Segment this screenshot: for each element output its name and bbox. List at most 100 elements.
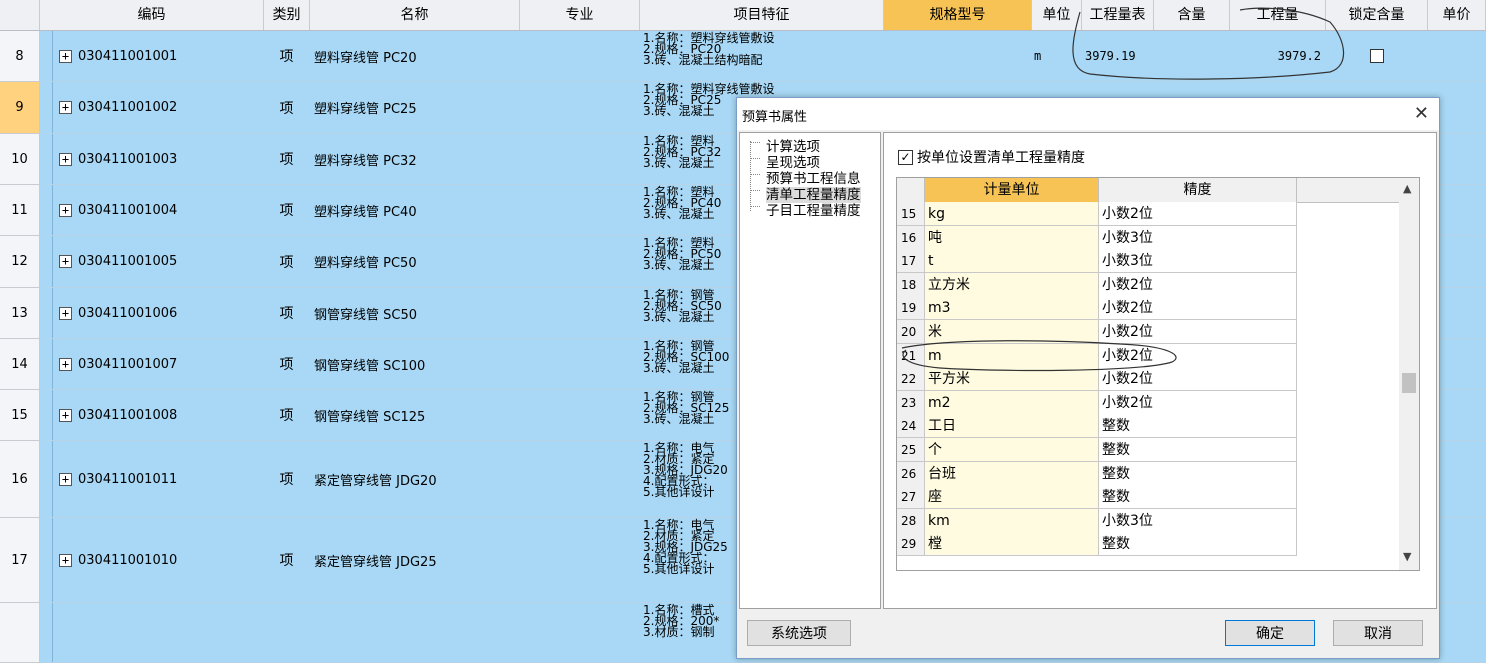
discipline-cell[interactable] bbox=[520, 185, 640, 236]
code-cell[interactable]: +030411001008 bbox=[40, 390, 264, 441]
unit-value[interactable]: 个 bbox=[925, 438, 1099, 462]
unit-value[interactable]: 工日 bbox=[925, 414, 1099, 439]
expand-plus-icon[interactable]: + bbox=[59, 472, 72, 486]
rownum-header[interactable] bbox=[0, 0, 40, 30]
type-cell[interactable]: 项 bbox=[264, 31, 310, 82]
unit-cell[interactable]: m bbox=[1032, 31, 1082, 82]
type-cell[interactable]: 项 bbox=[264, 390, 310, 441]
type-cell[interactable]: 项 bbox=[264, 236, 310, 288]
precision-value[interactable]: 小数2位 bbox=[1099, 390, 1297, 415]
row-number[interactable]: 13 bbox=[0, 288, 40, 339]
unit-value[interactable]: km bbox=[925, 508, 1099, 533]
unit-value[interactable]: 台班 bbox=[925, 461, 1099, 486]
qty-cell[interactable]: 3979.2 bbox=[1230, 31, 1326, 82]
type-cell[interactable]: 项 bbox=[264, 134, 310, 185]
precision-value[interactable]: 小数2位 bbox=[1099, 367, 1297, 392]
precision-row[interactable]: 19 m3 小数2位 bbox=[897, 296, 1297, 321]
name-cell[interactable]: 紧定管穿线管 JDG25 bbox=[310, 518, 520, 603]
unit-value[interactable]: t bbox=[925, 249, 1099, 274]
expand-plus-icon[interactable]: + bbox=[59, 408, 72, 422]
code-header[interactable]: 编码 bbox=[40, 0, 264, 30]
row-number[interactable]: 15 bbox=[0, 390, 40, 441]
name-cell[interactable]: 塑料穿线管 PC40 bbox=[310, 185, 520, 236]
precision-value[interactable]: 小数2位 bbox=[1099, 296, 1297, 321]
name-cell[interactable]: 钢管穿线管 SC125 bbox=[310, 390, 520, 441]
precision-value[interactable]: 整数 bbox=[1099, 438, 1297, 462]
row-number[interactable] bbox=[0, 603, 40, 663]
type-cell[interactable]: 项 bbox=[264, 441, 310, 518]
precision-value[interactable]: 小数3位 bbox=[1099, 508, 1297, 533]
name-cell[interactable]: 钢管穿线管 SC100 bbox=[310, 339, 520, 390]
precision-by-unit-checkbox-row[interactable]: ✓ 按单位设置清单工程量精度 bbox=[898, 147, 1085, 167]
type-cell[interactable] bbox=[264, 603, 310, 663]
code-cell[interactable]: +030411001005 bbox=[40, 236, 264, 288]
unit-header[interactable]: 单位 bbox=[1032, 0, 1082, 30]
unit-value[interactable]: 平方米 bbox=[925, 367, 1099, 392]
precision-value[interactable]: 整数 bbox=[1099, 461, 1297, 486]
code-cell[interactable]: +030411001011 bbox=[40, 441, 264, 518]
precision-row[interactable]: 15 kg 小数2位 bbox=[897, 202, 1297, 226]
discipline-header[interactable]: 专业 bbox=[520, 0, 640, 30]
precision-row[interactable]: 25 个整数 bbox=[897, 438, 1297, 462]
precision-value[interactable]: 整数 bbox=[1099, 532, 1297, 557]
code-cell[interactable]: +030411001002 bbox=[40, 82, 264, 134]
ok-button[interactable]: 确定 bbox=[1225, 620, 1315, 646]
precision-row[interactable]: 16 吨小数3位 bbox=[897, 225, 1297, 250]
discipline-cell[interactable] bbox=[520, 82, 640, 134]
precision-value[interactable]: 小数3位 bbox=[1099, 249, 1297, 274]
discipline-cell[interactable] bbox=[520, 236, 640, 288]
type-cell[interactable]: 项 bbox=[264, 518, 310, 603]
unit-value[interactable]: 座 bbox=[925, 485, 1099, 510]
spec-model-header[interactable]: 规格型号 bbox=[884, 0, 1032, 30]
expand-plus-icon[interactable]: + bbox=[59, 101, 72, 114]
unit-value[interactable]: 吨 bbox=[925, 225, 1099, 250]
discipline-cell[interactable] bbox=[520, 339, 640, 390]
discipline-cell[interactable] bbox=[520, 31, 640, 82]
expand-plus-icon[interactable]: + bbox=[59, 255, 72, 268]
discipline-cell[interactable] bbox=[520, 390, 640, 441]
unit-value[interactable]: 米 bbox=[925, 320, 1099, 344]
type-cell[interactable]: 项 bbox=[264, 82, 310, 134]
precision-value[interactable]: 小数2位 bbox=[1099, 343, 1297, 368]
code-cell[interactable]: +030411001003 bbox=[40, 134, 264, 185]
unit-value[interactable]: m bbox=[925, 343, 1099, 368]
type-cell[interactable]: 项 bbox=[264, 185, 310, 236]
precision-row[interactable]: 23 m2 小数2位 bbox=[897, 390, 1297, 415]
expand-plus-icon[interactable]: + bbox=[59, 152, 72, 166]
cancel-button[interactable]: 取消 bbox=[1333, 620, 1423, 646]
name-cell[interactable]: 塑料穿线管 PC50 bbox=[310, 236, 520, 288]
lock-content-header[interactable]: 锁定含量 bbox=[1326, 0, 1428, 30]
code-cell[interactable]: +030411001001 bbox=[40, 31, 264, 82]
precision-row[interactable]: 17 t 小数3位 bbox=[897, 249, 1297, 274]
row-number[interactable]: 11 bbox=[0, 185, 40, 236]
name-cell[interactable]: 塑料穿线管 PC25 bbox=[310, 82, 520, 134]
tree-item-subitem-precision[interactable]: 子目工程量精度 bbox=[744, 199, 861, 219]
name-cell[interactable] bbox=[310, 603, 520, 663]
precision-value[interactable]: 整数 bbox=[1099, 414, 1297, 439]
lock-checkbox[interactable] bbox=[1369, 49, 1384, 63]
type-header[interactable]: 类别 bbox=[264, 0, 310, 30]
precision-row[interactable]: 26 台班 整数 bbox=[897, 461, 1297, 486]
expand-plus-icon[interactable]: + bbox=[59, 203, 72, 217]
name-cell[interactable]: 紧定管穿线管 JDG20 bbox=[310, 441, 520, 518]
scroll-down-icon[interactable]: ▼ bbox=[1403, 550, 1411, 563]
qty-expr-cell[interactable]: 3979.19 bbox=[1082, 31, 1154, 82]
code-cell[interactable] bbox=[40, 603, 264, 663]
table-row[interactable]: 8 +030411001001 项 塑料穿线管 PC20 1.名称：塑料穿线管敷设 2.… bbox=[0, 31, 1486, 82]
name-header[interactable]: 名称 bbox=[310, 0, 520, 30]
code-cell[interactable]: +030411001010 bbox=[40, 518, 264, 603]
precision-row[interactable]: 29 樘整数 bbox=[897, 532, 1297, 557]
unit-value[interactable]: 立方米 bbox=[925, 272, 1099, 297]
qty-expr-header[interactable]: 工程量表 bbox=[1082, 0, 1154, 30]
precision-value[interactable]: 小数2位 bbox=[1099, 272, 1297, 297]
precision-row[interactable]: 21 m 小数2位 bbox=[897, 343, 1297, 368]
precision-row[interactable]: 27 座整数 bbox=[897, 485, 1297, 510]
row-number[interactable]: 16 bbox=[0, 441, 40, 518]
unit-value[interactable]: m3 bbox=[925, 296, 1099, 321]
type-cell[interactable]: 项 bbox=[264, 288, 310, 339]
content-cell[interactable] bbox=[1154, 31, 1230, 82]
row-number[interactable]: 8 bbox=[0, 31, 40, 82]
code-cell[interactable]: +030411001007 bbox=[40, 339, 264, 390]
expand-plus-icon[interactable]: + bbox=[59, 49, 72, 63]
precision-row[interactable]: 24 工日 整数 bbox=[897, 414, 1297, 439]
